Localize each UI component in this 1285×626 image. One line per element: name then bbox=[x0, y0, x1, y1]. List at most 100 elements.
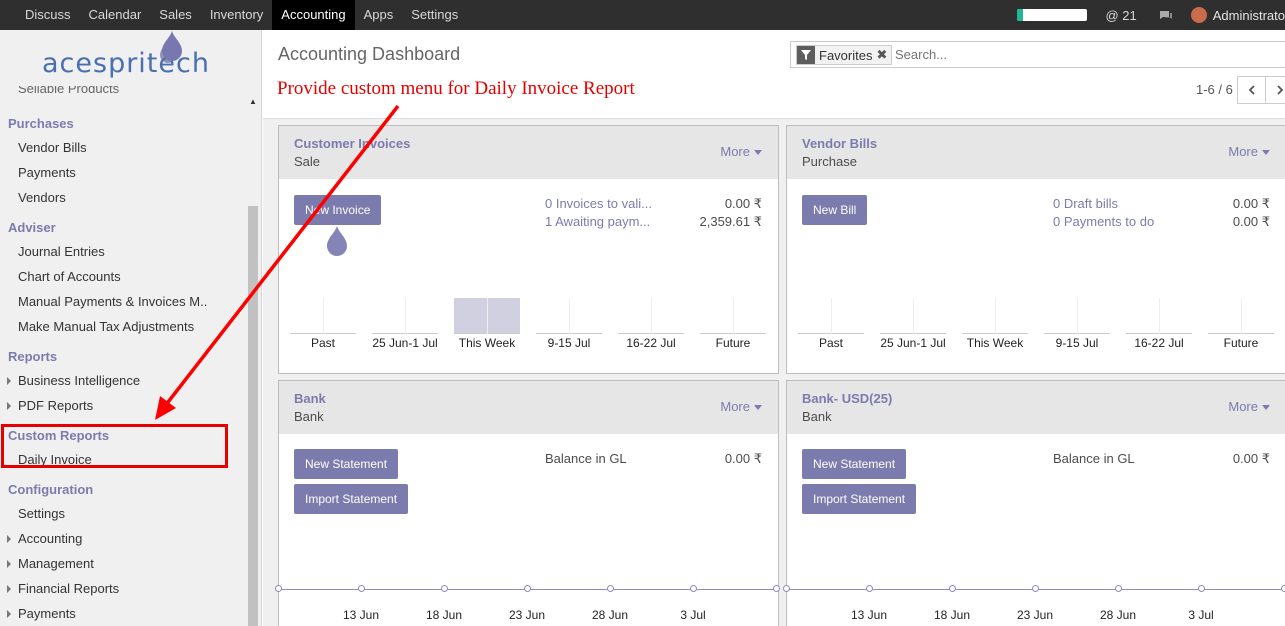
line-point[interactable] bbox=[1115, 585, 1122, 592]
new-bill-button[interactable]: New Bill bbox=[802, 195, 868, 225]
user-menu[interactable]: Administrato bbox=[1213, 8, 1285, 23]
chart-gridline bbox=[569, 298, 570, 334]
chart-x-label: 9-15 Jul bbox=[1055, 336, 1099, 350]
journal-name[interactable]: Bank- USD(25) bbox=[802, 391, 892, 406]
chart-x-label: 9-15 Jul bbox=[547, 336, 591, 350]
line-point[interactable] bbox=[773, 585, 780, 592]
facet-remove-icon[interactable]: ✖ bbox=[876, 47, 891, 63]
app-menu-accounting[interactable]: Accounting bbox=[272, 0, 355, 30]
chart-gridline bbox=[995, 298, 996, 334]
sidebar-item-pdf-reports[interactable]: PDF Reports bbox=[6, 398, 93, 413]
line-point[interactable] bbox=[783, 585, 790, 592]
more-dropdown[interactable]: More bbox=[1228, 399, 1270, 414]
chart-x-label: Past bbox=[818, 336, 843, 350]
line-point[interactable] bbox=[949, 585, 956, 592]
line-x-label: 28 Jun bbox=[1099, 608, 1137, 622]
sidebar-item-management[interactable]: Management bbox=[7, 556, 94, 571]
journal-type: Sale bbox=[294, 154, 321, 169]
chart-x-label: Future bbox=[1223, 336, 1259, 350]
line-point[interactable] bbox=[607, 585, 614, 592]
onboarding-progress-bar[interactable] bbox=[1017, 9, 1088, 21]
chart-x-label: This Week bbox=[966, 336, 1024, 350]
top-navbar: Discuss Calendar Sales Inventory Accounting A… bbox=[0, 0, 1285, 30]
scroll-up-arrow-icon[interactable]: ▲ bbox=[249, 97, 257, 106]
line-x-label: 18 Jun bbox=[933, 608, 971, 622]
sidebar-section-configuration: Configuration bbox=[8, 482, 94, 497]
chart-gridline bbox=[831, 298, 832, 334]
sidebar: acespritech Sellable Products ▲ Purchase… bbox=[0, 30, 262, 626]
sidebar-item-payments[interactable]: Payments bbox=[18, 165, 76, 180]
sidebar-scrollbar[interactable] bbox=[248, 206, 258, 626]
awaiting-payment-link[interactable]: 1 Awaiting paym... bbox=[545, 214, 650, 229]
line-point[interactable] bbox=[1281, 585, 1285, 592]
line-point[interactable] bbox=[358, 585, 365, 592]
sidebar-item-settings[interactable]: Settings bbox=[18, 506, 65, 521]
line-x-label: 3 Jul bbox=[1188, 608, 1214, 622]
sidebar-item-business-intelligence[interactable]: Business Intelligence bbox=[6, 373, 140, 388]
card-header: Bank Bank More bbox=[279, 381, 778, 434]
app-menu-sales[interactable]: Sales bbox=[150, 0, 201, 30]
sidebar-item-vendors[interactable]: Vendors bbox=[18, 190, 66, 205]
sidebar-item-journal-entries[interactable]: Journal Entries bbox=[18, 244, 105, 259]
chart-gridline bbox=[1241, 298, 1242, 334]
app-menu-settings[interactable]: Settings bbox=[402, 0, 467, 30]
new-statement-button[interactable]: New Statement bbox=[802, 449, 907, 479]
line-point[interactable] bbox=[1198, 585, 1205, 592]
balance-label: Balance in GL bbox=[545, 451, 627, 466]
chat-icon[interactable] bbox=[1159, 10, 1173, 21]
pager-next-button[interactable] bbox=[1265, 76, 1285, 104]
line-point[interactable] bbox=[1032, 585, 1039, 592]
app-menu-calendar[interactable]: Calendar bbox=[80, 0, 151, 30]
sidebar-item-accounting[interactable]: Accounting bbox=[6, 531, 82, 546]
app-menu-apps[interactable]: Apps bbox=[355, 0, 403, 30]
app-menu-inventory[interactable]: Inventory bbox=[201, 0, 272, 30]
annotation-text: Provide custom menu for Daily Invoice Re… bbox=[277, 78, 635, 99]
pager-previous-button[interactable] bbox=[1237, 76, 1266, 104]
card-header: Bank- USD(25) Bank More bbox=[787, 381, 1285, 434]
payments-to-do-link[interactable]: 0 Payments to do bbox=[1053, 214, 1154, 229]
line-x-label: 13 Jun bbox=[850, 608, 888, 622]
journal-name[interactable]: Vendor Bills bbox=[802, 136, 877, 151]
sidebar-item-make-manual-tax-adjustments[interactable]: Make Manual Tax Adjustments bbox=[18, 319, 194, 334]
chart-gridline bbox=[405, 298, 406, 334]
sidebar-item-sellable-products[interactable]: Sellable Products bbox=[18, 86, 119, 98]
chart-x-label: 16-22 Jul bbox=[1134, 336, 1184, 350]
chart-x-label: 25 Jun-1 Jul bbox=[372, 336, 438, 350]
line-x-label: 23 Jun bbox=[508, 608, 546, 622]
new-invoice-button[interactable]: New Invoice bbox=[294, 195, 382, 225]
amount-to-pay: 0.00 ₹ bbox=[1232, 214, 1270, 229]
search-input[interactable] bbox=[895, 47, 1195, 62]
chart-x-label: 16-22 Jul bbox=[626, 336, 676, 350]
line-point[interactable] bbox=[690, 585, 697, 592]
invoices-to-validate-link[interactable]: 0 Invoices to vali... bbox=[545, 196, 652, 211]
sidebar-item-vendor-bills[interactable]: Vendor Bills bbox=[18, 140, 87, 155]
sidebar-item-financial-reports[interactable]: Financial Reports bbox=[6, 581, 119, 596]
journal-name[interactable]: Customer Invoices bbox=[294, 136, 410, 151]
import-statement-button[interactable]: Import Statement bbox=[294, 484, 409, 514]
line-point[interactable] bbox=[441, 585, 448, 592]
line-point[interactable] bbox=[866, 585, 873, 592]
water-drop-icon bbox=[162, 31, 182, 61]
more-dropdown[interactable]: More bbox=[720, 399, 762, 414]
sidebar-item-chart-of-accounts[interactable]: Chart of Accounts bbox=[18, 269, 121, 284]
draft-bills-link[interactable]: 0 Draft bills bbox=[1053, 196, 1118, 211]
import-statement-button[interactable]: Import Statement bbox=[802, 484, 917, 514]
line-point[interactable] bbox=[275, 585, 282, 592]
new-statement-button[interactable]: New Statement bbox=[294, 449, 399, 479]
line-point[interactable] bbox=[524, 585, 531, 592]
mentions-counter[interactable]: @ 21 bbox=[1105, 8, 1136, 23]
amount-to-validate: 0.00 ₹ bbox=[724, 196, 762, 211]
sidebar-item-manual-payments-invoices-m[interactable]: Manual Payments & Invoices M.. bbox=[18, 294, 207, 309]
favorites-facet[interactable]: Favorites ✖ bbox=[796, 45, 893, 65]
more-dropdown[interactable]: More bbox=[720, 144, 762, 159]
user-avatar[interactable] bbox=[1190, 7, 1207, 23]
app-menu-discuss[interactable]: Discuss bbox=[0, 0, 80, 30]
sidebar-item-payments[interactable]: Payments bbox=[7, 606, 76, 621]
search-bar[interactable]: Favorites ✖ bbox=[790, 41, 1285, 68]
more-dropdown[interactable]: More bbox=[1228, 144, 1270, 159]
line-x-label: 23 Jun bbox=[1016, 608, 1054, 622]
balance-amount: 0.00 ₹ bbox=[724, 451, 762, 466]
journal-name[interactable]: Bank bbox=[294, 391, 326, 406]
amount-draft: 0.00 ₹ bbox=[1232, 196, 1270, 211]
pager-value[interactable]: 1-6 / 6 bbox=[1196, 82, 1233, 97]
